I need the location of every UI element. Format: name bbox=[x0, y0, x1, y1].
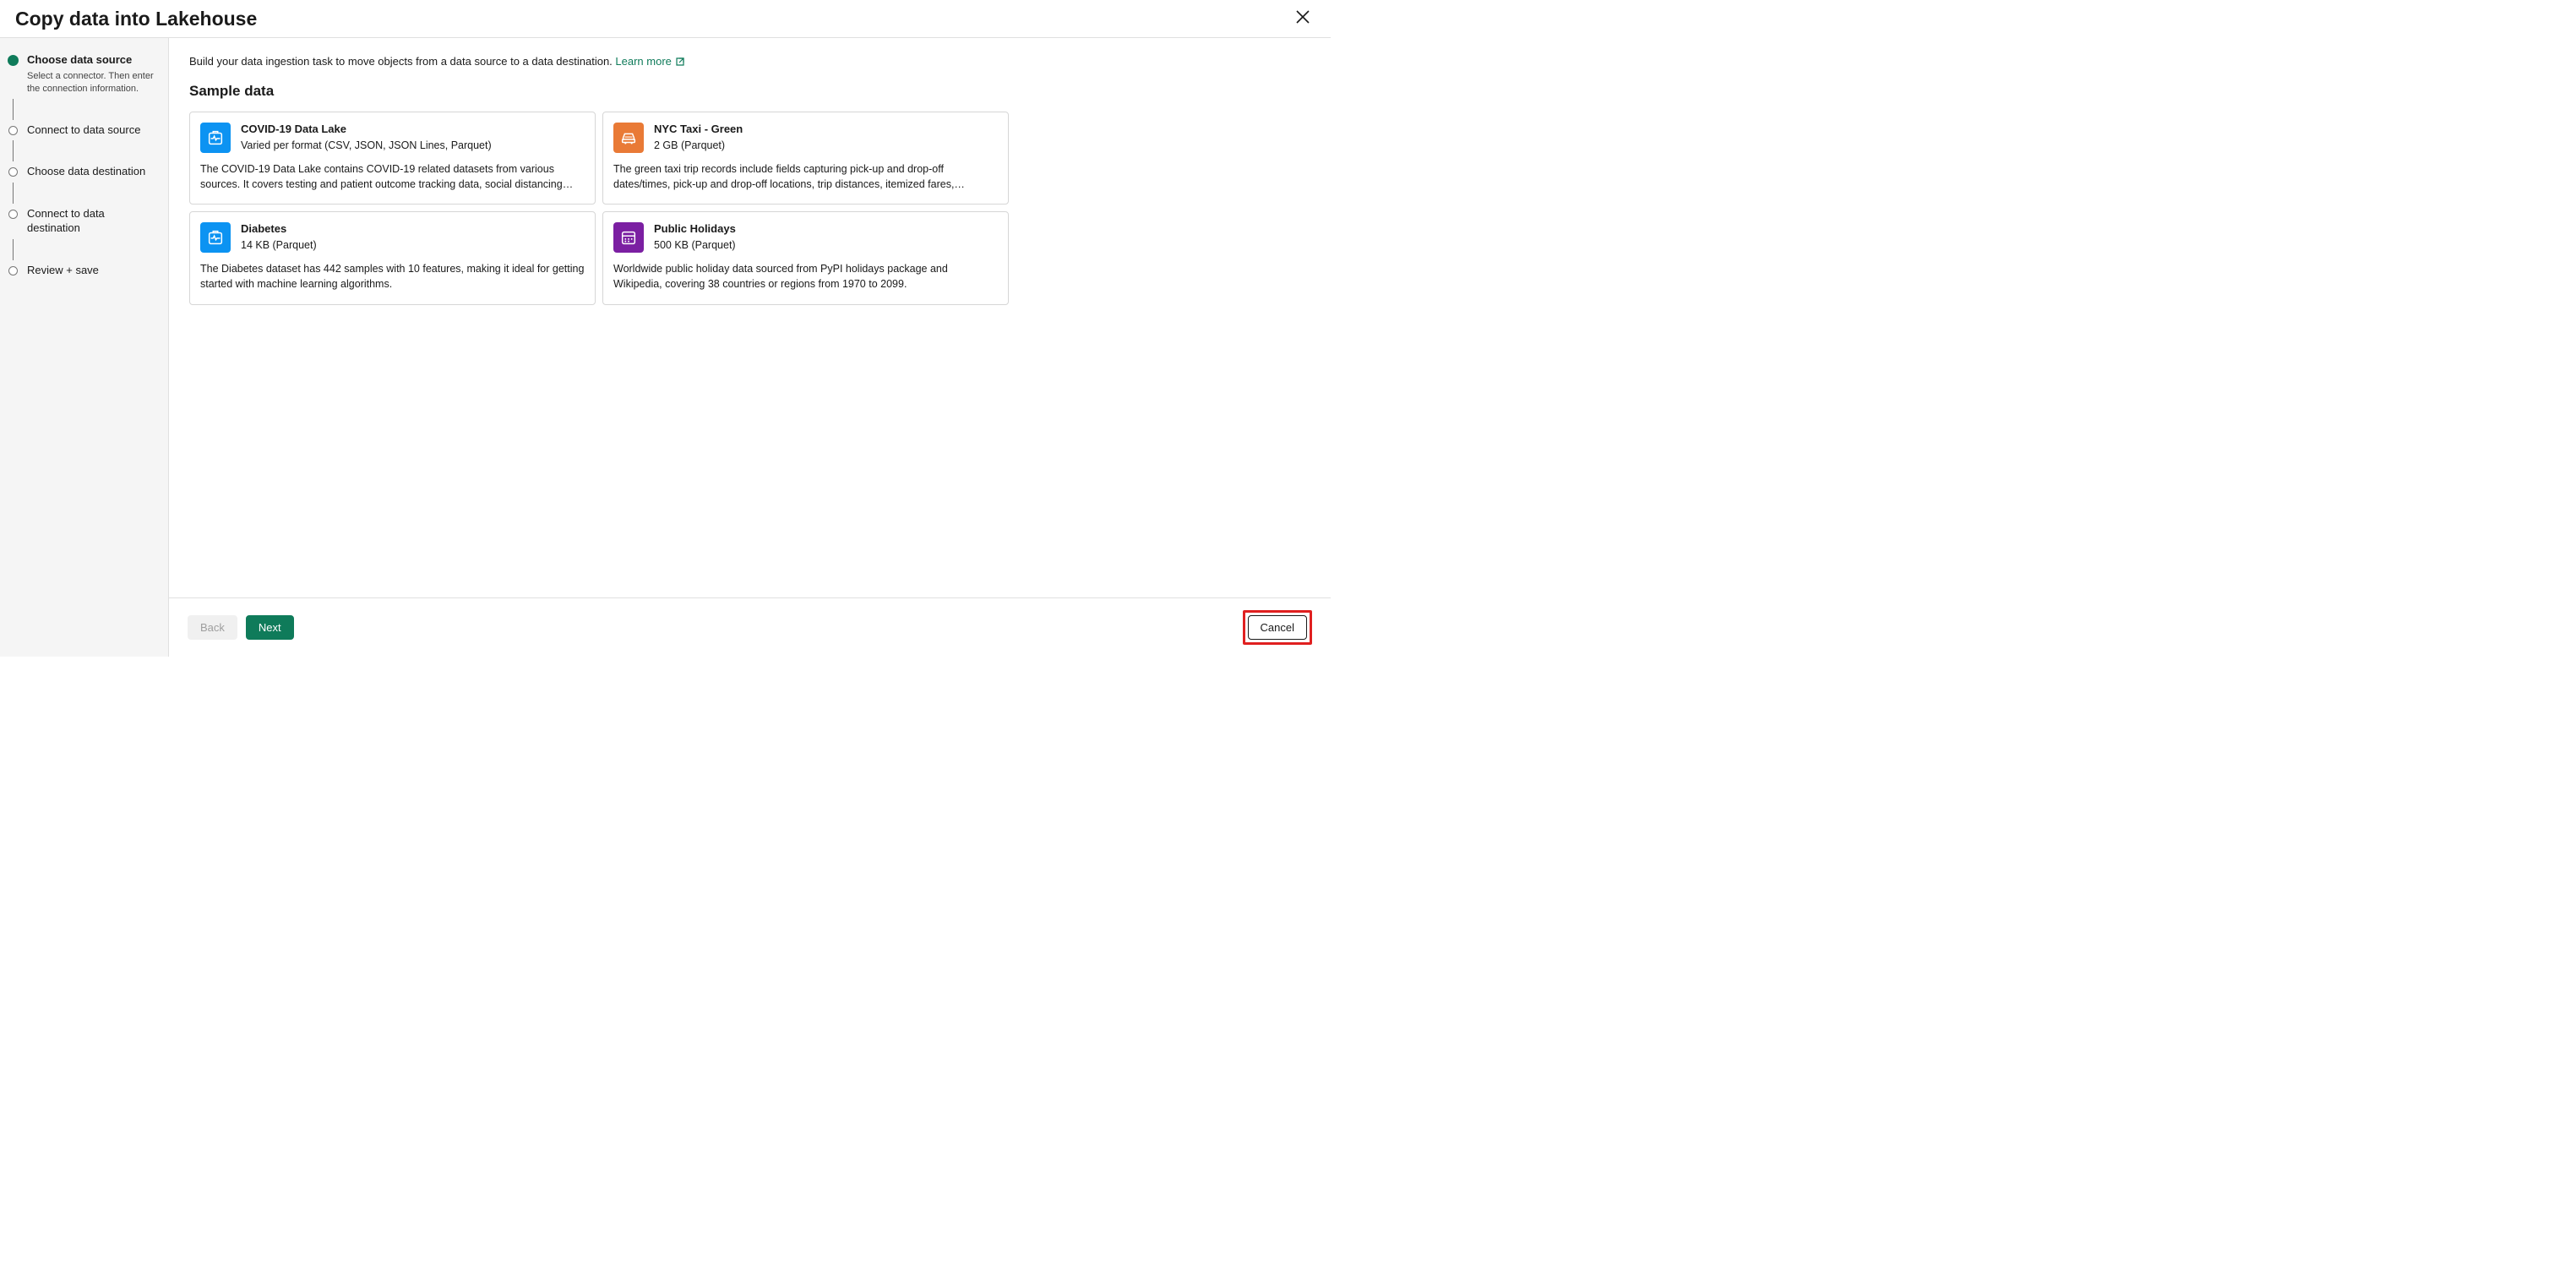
step-connector bbox=[13, 183, 14, 204]
card-title: NYC Taxi - Green bbox=[654, 123, 743, 137]
card-header: NYC Taxi - Green 2 GB (Parquet) bbox=[613, 123, 998, 153]
step-connector bbox=[13, 99, 14, 120]
dialog-footer: Back Next Cancel bbox=[169, 597, 1331, 657]
intro-text: Build your data ingestion task to move o… bbox=[189, 55, 1310, 68]
card-subtitle: 14 KB (Parquet) bbox=[241, 238, 317, 252]
step-connector bbox=[13, 140, 14, 161]
card-subtitle: Varied per format (CSV, JSON, JSON Lines… bbox=[241, 139, 492, 152]
close-icon bbox=[1295, 8, 1310, 29]
step-title: Connect to data destination bbox=[27, 207, 160, 236]
health-icon bbox=[200, 123, 231, 153]
cancel-button[interactable]: Cancel bbox=[1248, 615, 1307, 640]
step-bullet-icon bbox=[8, 210, 18, 219]
health-icon bbox=[200, 222, 231, 253]
main-panel: Build your data ingestion task to move o… bbox=[169, 38, 1331, 657]
dialog-body: Choose data source Select a connector. T… bbox=[0, 38, 1331, 657]
card-description: The COVID-19 Data Lake contains COVID-19… bbox=[200, 161, 585, 192]
content-area: Build your data ingestion task to move o… bbox=[169, 38, 1331, 597]
card-description: The Diabetes dataset has 442 samples wit… bbox=[200, 261, 585, 292]
calendar-icon bbox=[613, 222, 644, 253]
step-bullet-icon bbox=[8, 167, 18, 177]
step-description: Select a connector. Then enter the conne… bbox=[27, 70, 160, 95]
card-subtitle: 500 KB (Parquet) bbox=[654, 238, 736, 252]
learn-more-link[interactable]: Learn more bbox=[615, 55, 684, 68]
card-public-holidays[interactable]: Public Holidays 500 KB (Parquet) Worldwi… bbox=[602, 211, 1009, 304]
next-button[interactable]: Next bbox=[246, 615, 294, 640]
step-title: Connect to data source bbox=[27, 123, 160, 138]
step-connector bbox=[13, 239, 14, 260]
card-title: Public Holidays bbox=[654, 222, 736, 237]
step-title: Choose data source bbox=[27, 53, 160, 68]
copy-data-dialog: Copy data into Lakehouse Choose data sou… bbox=[0, 0, 1331, 657]
learn-more-label: Learn more bbox=[615, 55, 671, 68]
card-header: Diabetes 14 KB (Parquet) bbox=[200, 222, 585, 253]
card-subtitle: 2 GB (Parquet) bbox=[654, 139, 743, 152]
step-bullet-icon bbox=[8, 266, 18, 275]
card-diabetes[interactable]: Diabetes 14 KB (Parquet) The Diabetes da… bbox=[189, 211, 596, 304]
taxi-icon bbox=[613, 123, 644, 153]
step-connect-to-data-destination[interactable]: Connect to data destination bbox=[8, 207, 160, 236]
dialog-title: Copy data into Lakehouse bbox=[15, 8, 257, 30]
card-covid19-data-lake[interactable]: COVID-19 Data Lake Varied per format (CS… bbox=[189, 112, 596, 205]
card-title: Diabetes bbox=[241, 222, 317, 237]
sample-data-heading: Sample data bbox=[189, 83, 1310, 100]
step-title: Review + save bbox=[27, 264, 160, 278]
cancel-highlight: Cancel bbox=[1243, 610, 1312, 645]
card-nyc-taxi-green[interactable]: NYC Taxi - Green 2 GB (Parquet) The gree… bbox=[602, 112, 1009, 205]
external-link-icon bbox=[675, 57, 685, 67]
step-bullet-icon bbox=[8, 126, 18, 135]
step-title: Choose data destination bbox=[27, 165, 160, 179]
intro-copy: Build your data ingestion task to move o… bbox=[189, 55, 615, 68]
dialog-header: Copy data into Lakehouse bbox=[0, 0, 1331, 38]
step-bullet-active-icon bbox=[8, 55, 19, 66]
wizard-steps: Choose data source Select a connector. T… bbox=[0, 38, 169, 657]
step-choose-data-destination[interactable]: Choose data destination bbox=[8, 165, 160, 179]
back-button: Back bbox=[188, 615, 237, 640]
card-header: COVID-19 Data Lake Varied per format (CS… bbox=[200, 123, 585, 153]
card-description: Worldwide public holiday data sourced fr… bbox=[613, 261, 998, 292]
card-header: Public Holidays 500 KB (Parquet) bbox=[613, 222, 998, 253]
footer-left-buttons: Back Next bbox=[188, 615, 294, 640]
card-title: COVID-19 Data Lake bbox=[241, 123, 492, 137]
step-connect-to-data-source[interactable]: Connect to data source bbox=[8, 123, 160, 138]
card-description: The green taxi trip records include fiel… bbox=[613, 161, 998, 192]
step-review-save[interactable]: Review + save bbox=[8, 264, 160, 278]
sample-data-cards: COVID-19 Data Lake Varied per format (CS… bbox=[189, 112, 1009, 305]
step-choose-data-source[interactable]: Choose data source Select a connector. T… bbox=[8, 53, 160, 95]
close-button[interactable] bbox=[1292, 6, 1314, 31]
